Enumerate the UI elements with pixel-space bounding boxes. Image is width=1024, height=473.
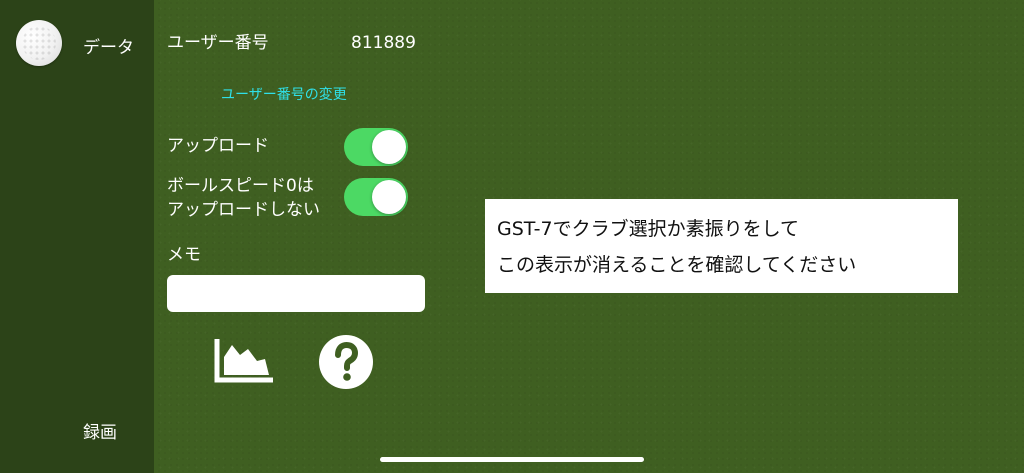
ball-speed-zero-label-line2: アップロードしない — [167, 200, 320, 220]
memo-input[interactable] — [167, 275, 425, 312]
home-indicator[interactable] — [380, 457, 644, 462]
message-box: GST-7でクラブ選択か素振りをして この表示が消えることを確認してください — [485, 199, 958, 293]
user-number-value: 811889 — [351, 33, 416, 53]
ball-speed-zero-toggle-knob — [372, 180, 406, 214]
sidebar: データ 録画 — [0, 0, 154, 473]
area-chart-icon[interactable] — [214, 339, 273, 384]
upload-toggle[interactable] — [344, 128, 408, 166]
golf-ball-icon[interactable] — [16, 20, 62, 66]
sidebar-item-data[interactable]: データ — [83, 33, 134, 58]
ball-speed-zero-label: ボールスピード0は アップロードしない — [167, 174, 342, 222]
sidebar-item-record[interactable]: 録画 — [83, 418, 117, 443]
ball-speed-zero-toggle[interactable] — [344, 178, 408, 216]
ball-speed-zero-label-line1: ボールスピード0は — [167, 176, 314, 196]
upload-toggle-knob — [372, 130, 406, 164]
question-icon[interactable] — [318, 334, 374, 390]
message-line2: この表示が消えることを確認してください — [497, 254, 857, 276]
message-line1: GST-7でクラブ選択か素振りをして — [497, 218, 800, 240]
user-number-label: ユーザー番号 — [167, 33, 269, 53]
change-user-number-link[interactable]: ユーザー番号の変更 — [221, 84, 347, 104]
memo-label: メモ — [167, 245, 201, 265]
upload-label: アップロード — [167, 136, 269, 156]
